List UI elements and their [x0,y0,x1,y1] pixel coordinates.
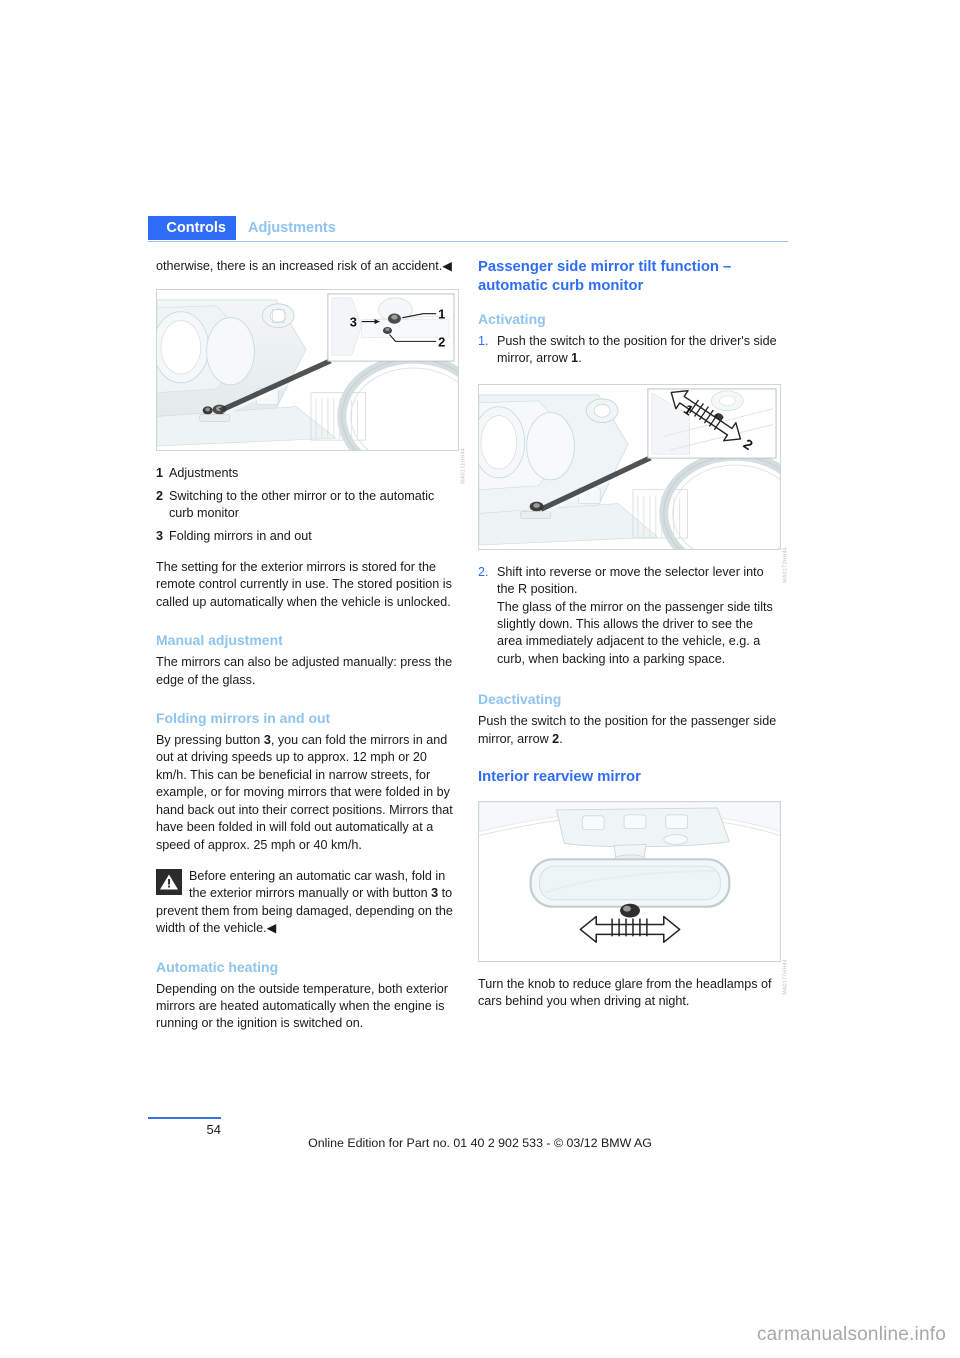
warning-text-part1: Before entering an automatic car wash, f… [189,868,446,901]
right-column: Passenger side mirror tilt function – au… [478,258,789,1011]
page-number: 54 [206,1122,221,1137]
legend-number: 2 [156,488,164,503]
heading-folding-mirrors: Folding mirrors in and out [156,710,331,727]
warning-block: Before entering an automatic car wash, f… [156,868,459,938]
header-rule [148,240,788,242]
figure-legend-list: 1 Adjustments 2 Switching to the other m… [156,465,459,545]
folding-mirrors-paragraph: By pressing button 3, you can fold the m… [156,732,459,854]
folding-text-part1: By pressing button [156,733,264,748]
step-text: Push the switch to the position for the … [497,333,781,368]
heading-interior-rearview-mirror: Interior rearview mirror [478,769,641,786]
heading-automatic-heating: Automatic heating [156,958,279,975]
running-header: Controls Adjustments [148,216,788,242]
deactivating-paragraph: Push the switch to the position for the … [478,713,781,748]
figure-code: MA0172HH44 [783,546,789,583]
legend-number: 3 [156,528,164,543]
figure-code: MA0177HH44 [783,959,789,995]
svg-text:3: 3 [350,315,357,330]
legend-number: 1 [156,466,164,481]
interior-rearview-mirror-figure: MA0177HH44 [478,801,789,995]
exterior-mirror-switch-figure: 1 2 3 MA0171HH44 [156,289,467,484]
step1-part2: . [578,351,582,366]
heading-deactivating: Deactivating [478,691,562,708]
svg-text:1: 1 [438,307,445,322]
step-item: 1. Push the switch to the position for t… [478,333,781,368]
legend-text: Folding mirrors in and out [169,528,312,543]
step-text: Shift into reverse or move the selector … [497,564,773,666]
mirror-switch-arrows-figure: 1 2 MA0172HH44 [478,383,789,582]
stored-setting-paragraph: The setting for the exterior mirrors is … [156,560,452,609]
legend-text: Adjustments [169,466,239,481]
header-section-label: Adjustments [248,220,336,236]
heading-manual-adjustment: Manual adjustment [156,632,283,649]
automatic-heating-paragraph: Depending on the outside temperature, bo… [156,981,448,1031]
legend-text: Switching to the other mirror or to the … [169,488,435,521]
legend-item: 1 Adjustments [156,465,459,482]
header-chapter-tab: Controls [148,216,236,240]
deactivating-part2: . [559,731,563,746]
legend-item: 2 Switching to the other mirror or to th… [156,488,459,523]
folding-button-number: 3 [263,733,271,748]
step-number: 2. [478,564,489,579]
site-watermark: carmanualsonline.info [756,1324,946,1345]
folding-text-part2: , you can fold the mirrors in and out at… [156,733,453,852]
warning-triangle-icon [156,868,182,895]
svg-text:2: 2 [438,335,445,350]
step-item: 2. Shift into reverse or move the select… [478,564,781,668]
legend-item: 3 Folding mirrors in and out [156,528,459,545]
footer-edition-line: Online Edition for Part no. 01 40 2 902 … [308,1136,652,1150]
figure-code: MA0171HH44 [461,448,467,484]
footer-rule [148,1117,221,1119]
manual-page: Controls Adjustments otherwise, there is… [0,0,960,1358]
step-number: 1. [478,334,489,348]
page-title: Passenger side mirror tilt function – au… [478,259,732,294]
deactivating-part1: Push the switch to the position for the … [478,714,777,746]
left-column: otherwise, there is an increased risk of… [156,258,467,1033]
interior-mirror-paragraph: Turn the knob to reduce glare from the h… [478,977,772,1009]
intro-paragraph: otherwise, there is an increased risk of… [156,259,452,273]
heading-activating: Activating [478,311,546,327]
step1-part1: Push the switch to the position for the … [497,334,777,366]
manual-adjustment-paragraph: The mirrors can also be adjusted manuall… [156,655,453,687]
